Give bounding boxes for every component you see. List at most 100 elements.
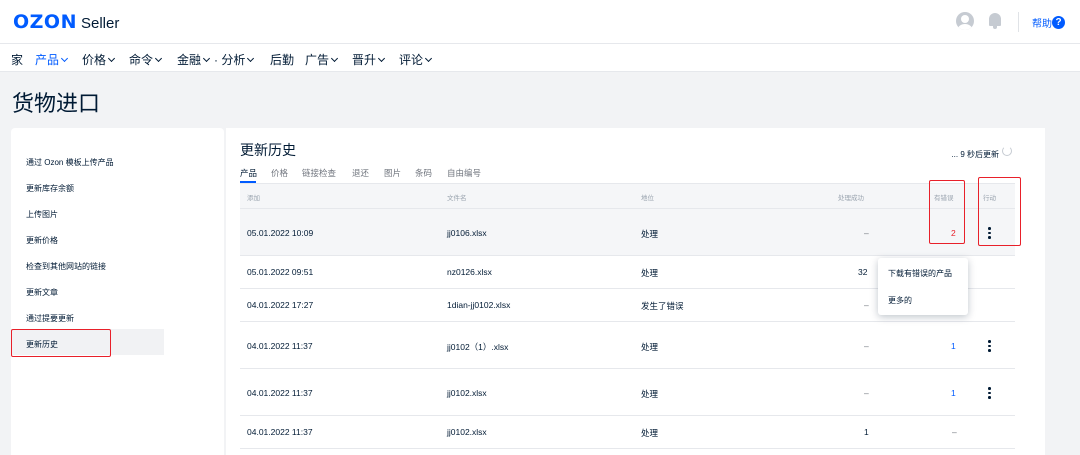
sidebar-item-upload-ozon-template[interactable]: 通过 Ozon 模板上传产品 xyxy=(26,157,114,168)
row-actions-menu: 下载有错误的产品 更多的 xyxy=(878,258,968,315)
chevron-down-icon xyxy=(154,54,163,63)
cell-status: 处理 xyxy=(641,229,659,239)
cell-processed[interactable]: 32 xyxy=(858,267,867,277)
tab-custom-numbers[interactable]: 自由编号 xyxy=(447,167,481,179)
sidebar: 通过 Ozon 模板上传产品 更新库存余额 上传图片 更新价格 检查到其他网站的… xyxy=(11,128,224,455)
sidebar-item-update-stock[interactable]: 更新库存余额 xyxy=(26,183,74,194)
nav-label: 产品 xyxy=(35,53,60,67)
column-header-processed[interactable]: 处理成功 xyxy=(838,192,864,202)
cell-processed: – xyxy=(864,300,869,310)
sidebar-item-update-via-feed[interactable]: 通过提要更新 xyxy=(26,313,74,324)
top-header: OZON Seller 帮助 ? xyxy=(0,0,1080,44)
ozon-seller-logo[interactable]: OZON Seller xyxy=(13,11,119,33)
cell-status: 处理 xyxy=(641,389,659,399)
nav-item-finance[interactable]: 金融 xyxy=(177,51,211,68)
sidebar-item-update-articles[interactable]: 更新文章 xyxy=(26,287,58,298)
tab-link-check[interactable]: 链接检查 xyxy=(302,167,336,179)
column-header-added[interactable]: 添加 xyxy=(247,192,260,202)
annotation-red-box-errors xyxy=(929,180,965,244)
more-actions-icon[interactable] xyxy=(984,387,994,399)
refresh-icon[interactable] xyxy=(1002,146,1012,156)
sidebar-item-upload-images[interactable]: 上传图片 xyxy=(26,209,58,220)
chevron-down-icon xyxy=(330,54,339,63)
help-question-icon[interactable]: ? xyxy=(1052,16,1065,29)
nav-item-analytics[interactable]: · 分析 xyxy=(214,51,255,68)
cell-filename: jj0102.xlsx xyxy=(447,427,487,437)
nav-item-logistics[interactable]: 后勤 xyxy=(270,51,294,68)
nav-item-home[interactable]: 家 xyxy=(11,51,23,68)
page-title: 货物进口 xyxy=(12,91,101,116)
cell-date: 05.01.2022 10:09 xyxy=(247,228,314,238)
nav-item-ads[interactable]: 广告 xyxy=(305,51,339,68)
nav-item-orders[interactable]: 命令 xyxy=(129,51,163,68)
table-row[interactable]: 04.01.2022 11:37 jj0102（1）.xlsx 处理 – 1 xyxy=(240,322,1015,369)
annotation-red-box xyxy=(11,329,111,357)
cell-date: 04.01.2022 17:27 xyxy=(247,300,314,310)
cell-filename: jj0106.xlsx xyxy=(447,228,487,238)
cell-errors: – xyxy=(952,427,957,437)
chevron-down-icon xyxy=(202,54,211,63)
table-header: 添加 文件名 地位 处理成功 有错误 行动 xyxy=(240,183,1015,209)
cell-status: 处理 xyxy=(641,268,659,278)
tab-prices[interactable]: 价格 xyxy=(271,167,288,179)
sidebar-item-update-prices[interactable]: 更新价格 xyxy=(26,235,58,246)
nav-item-prices[interactable]: 价格 xyxy=(82,51,116,68)
nav-label: 广告 xyxy=(305,53,330,67)
auto-refresh-countdown: ... 9 秒后更新 xyxy=(951,150,999,159)
cell-status: 发生了错误 xyxy=(641,301,684,311)
more-actions-icon[interactable] xyxy=(984,340,994,352)
nav-label: 命令 xyxy=(129,53,154,67)
chevron-down-icon xyxy=(107,54,116,63)
nav-label: 金融 xyxy=(177,53,202,67)
chevron-down-icon xyxy=(424,54,433,63)
notification-bell-icon[interactable] xyxy=(988,13,1002,29)
cell-processed: – xyxy=(864,388,869,398)
nav-label: 后勤 xyxy=(270,53,295,67)
logo-product: Seller xyxy=(80,15,120,32)
cell-processed: – xyxy=(864,341,869,351)
cell-date: 04.01.2022 11:37 xyxy=(247,341,313,351)
nav-label: 评论 xyxy=(399,53,424,67)
nav-item-products[interactable]: 产品 xyxy=(35,51,69,68)
cell-status: 处理 xyxy=(641,342,659,352)
tab-products[interactable]: 产品 xyxy=(240,167,257,179)
chevron-down-icon xyxy=(377,54,386,63)
menu-item-more[interactable]: 更多的 xyxy=(888,295,912,306)
nav-item-promotion[interactable]: 晋升 xyxy=(352,51,386,68)
annotation-red-box-actions xyxy=(978,177,1021,246)
cell-processed: – xyxy=(864,228,869,238)
table-row[interactable]: 05.01.2022 10:09 jj0106.xlsx 处理 – 2 xyxy=(240,209,1015,256)
nav-label: · 分析 xyxy=(214,53,246,67)
cell-errors[interactable]: 1 xyxy=(951,388,956,398)
table-row[interactable]: 04.01.2022 11:37 jj0102.xlsx 处理 – 1 xyxy=(240,369,1015,416)
help-link[interactable]: 帮助 xyxy=(1032,15,1052,30)
tab-barcodes[interactable]: 条码 xyxy=(415,167,432,179)
nav-label: 家 xyxy=(11,53,24,67)
cell-date: 05.01.2022 09:51 xyxy=(247,267,314,277)
cell-date: 04.01.2022 11:37 xyxy=(247,388,313,398)
chevron-down-icon xyxy=(60,54,69,63)
user-avatar-icon[interactable] xyxy=(956,12,974,30)
cell-filename: 1dian-jj0102.xlsx xyxy=(447,300,511,310)
column-header-status[interactable]: 地位 xyxy=(641,192,654,202)
nav-label: 晋升 xyxy=(352,53,377,67)
logo-brand: OZON xyxy=(13,11,77,33)
table-row[interactable]: 04.01.2022 11:37 jj0102.xlsx 处理 1 – xyxy=(240,416,1015,449)
cell-errors[interactable]: 1 xyxy=(951,341,956,351)
cell-filename: jj0102（1）.xlsx xyxy=(447,342,509,352)
chevron-down-icon xyxy=(247,54,255,63)
header-divider xyxy=(1018,12,1019,32)
cell-filename: jj0102.xlsx xyxy=(447,388,487,398)
tab-images[interactable]: 图片 xyxy=(384,167,401,179)
menu-item-download-errors[interactable]: 下载有错误的产品 xyxy=(888,268,952,279)
section-title: 更新历史 xyxy=(240,142,296,158)
cell-processed[interactable]: 1 xyxy=(864,427,869,437)
cell-status: 处理 xyxy=(641,428,659,438)
column-header-filename[interactable]: 文件名 xyxy=(447,192,467,202)
main-nav: 家 产品 价格 命令 金融 · 分析 后勤 广告 晋升 评论 xyxy=(0,44,1080,72)
cell-date: 04.01.2022 11:37 xyxy=(247,427,313,437)
tab-returns[interactable]: 退还 xyxy=(352,167,369,179)
sidebar-item-check-links[interactable]: 检查到其他网站的链接 xyxy=(26,261,106,272)
nav-item-reviews[interactable]: 评论 xyxy=(399,51,433,68)
nav-label: 价格 xyxy=(82,53,107,67)
